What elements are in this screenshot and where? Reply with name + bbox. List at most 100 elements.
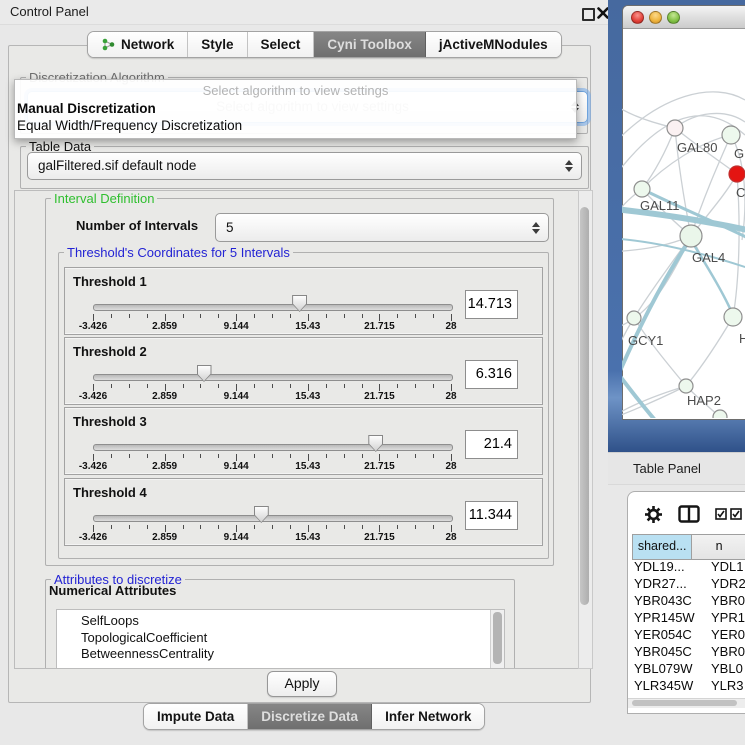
network-window-titlebar[interactable] — [623, 6, 745, 29]
threshold-slider-track[interactable] — [93, 515, 453, 522]
network-edge-highlighted[interactable] — [622, 360, 668, 418]
tick-label: 2.859 — [152, 321, 177, 332]
close-traffic-light-icon[interactable] — [631, 11, 644, 24]
tab-label-impute-data: Impute Data — [157, 709, 234, 724]
network-edge-highlighted[interactable] — [622, 238, 691, 380]
network-node[interactable] — [679, 379, 693, 393]
numerical-attributes-label: Numerical Attributes — [49, 583, 176, 598]
table-row[interactable]: YBR045CYBR0 — [632, 643, 745, 660]
cell-name: YDR2 — [709, 575, 745, 592]
tick-label: 15.43 — [295, 532, 320, 543]
threshold-label: Threshold 1 — [73, 274, 147, 289]
minimize-traffic-light-icon[interactable] — [649, 11, 662, 24]
slider-tick-labels: -3.4262.8599.14415.4321.71528 — [93, 461, 451, 472]
table-row[interactable]: YER054CYER0 — [632, 626, 745, 643]
popup-item-equal-width-frequency[interactable]: Equal Width/Frequency Discretization — [17, 118, 242, 133]
tab-infer-network[interactable]: Infer Network — [372, 704, 484, 729]
cell-name: YBR0 — [709, 643, 745, 660]
tab-discretize-data[interactable]: Discretize Data — [248, 704, 372, 729]
network-node[interactable] — [722, 126, 740, 144]
table-row[interactable]: YDL19...YDL1 — [632, 558, 745, 575]
tick-label: 15.43 — [295, 321, 320, 332]
network-edge[interactable] — [686, 317, 733, 386]
tab-select[interactable]: Select — [248, 32, 315, 57]
attribute-list-item-selfloops[interactable]: SelfLoops — [57, 613, 504, 630]
threshold-panel-4: Threshold 4-3.4262.8599.14415.4321.71528… — [64, 478, 543, 546]
cell-name: YBR0 — [709, 592, 745, 609]
table-row[interactable]: YBR043CYBR0 — [632, 592, 745, 609]
attribute-list-item-topologicalcoefficient[interactable]: TopologicalCoefficient — [57, 630, 504, 647]
combo-stepper-icon — [565, 160, 573, 172]
gear-icon[interactable] — [644, 505, 663, 524]
network-node[interactable] — [680, 225, 702, 247]
threshold-label: Threshold 2 — [73, 344, 147, 359]
network-node[interactable] — [634, 181, 650, 197]
threshold-value-field[interactable]: 21.4 — [465, 430, 518, 459]
network-edge[interactable] — [642, 128, 675, 189]
network-node-label-gal4: GAL4 — [692, 250, 725, 265]
table-rows: YDL19...YDL1YDR27...YDR2YBR043CYBR0YPR14… — [632, 558, 745, 698]
panel-title: Control Panel — [10, 4, 89, 19]
threshold-slider-track[interactable] — [93, 444, 453, 451]
number-of-intervals-combo[interactable]: 5 — [215, 213, 549, 242]
network-canvas[interactable]: GAL80GCGAL11GAL4GCY1HHAP2 — [622, 27, 745, 418]
algorithm-dropdown-popup: Select algorithm to view settings Manual… — [14, 79, 577, 139]
right-panel: GAL80GCGAL11GAL4GCY1HHAP2 Table Panel — [608, 0, 745, 745]
checkbox-icon[interactable] — [715, 508, 727, 520]
threshold-value-field[interactable]: 6.316 — [465, 360, 518, 389]
algorithm-popup-hint: Select algorithm to view settings — [15, 83, 576, 98]
checkbox-icon[interactable] — [730, 508, 742, 520]
column-header-name[interactable]: n — [692, 535, 745, 559]
threshold-label: Threshold 4 — [73, 485, 147, 500]
threshold-slider-track[interactable] — [93, 304, 453, 311]
tab-style[interactable]: Style — [188, 32, 247, 57]
attributes-list-scrollbar[interactable] — [490, 610, 504, 668]
network-window-frame: GAL80GCGAL11GAL4GCY1HHAP2 — [608, 0, 745, 452]
tick-label: 21.715 — [364, 321, 395, 332]
cell-name: YPR1 — [709, 609, 745, 626]
interval-definition-title: Interval Definition — [51, 191, 157, 206]
tab-network[interactable]: Network — [88, 32, 188, 57]
threshold-slider-track[interactable] — [93, 374, 453, 381]
tab-label-cyni-toolbox: Cyni Toolbox — [327, 37, 412, 52]
network-node[interactable] — [729, 166, 745, 182]
tick-label: -3.426 — [79, 532, 107, 543]
split-view-icon[interactable] — [678, 505, 700, 523]
network-edge[interactable] — [675, 113, 745, 128]
network-node[interactable] — [713, 410, 727, 418]
network-node[interactable] — [627, 311, 641, 325]
cell-name: YDL1 — [709, 558, 744, 575]
number-of-intervals-label: Number of Intervals — [76, 218, 198, 233]
table-data-combo[interactable]: galFiltered.sif default node — [27, 152, 582, 180]
table-row[interactable]: YBL079WYBL0 — [632, 660, 745, 677]
control-panel-titlebar: Control Panel — [0, 0, 608, 25]
cell-name: YLR3 — [709, 677, 744, 694]
popup-item-manual-discretization[interactable]: Manual Discretization — [17, 101, 156, 116]
zoom-traffic-light-icon[interactable] — [667, 11, 680, 24]
table-panel-toolbar — [628, 492, 745, 534]
float-window-icon[interactable] — [582, 8, 595, 21]
threshold-value-field[interactable]: 11.344 — [465, 501, 518, 530]
settings-scrollbar[interactable] — [578, 190, 593, 669]
network-node-label-h: H — [739, 331, 745, 346]
table-panel-title: Table Panel — [633, 461, 701, 476]
slider-tick-labels: -3.4262.8599.14415.4321.71528 — [93, 391, 451, 402]
table-row[interactable]: YDR27...YDR2 — [632, 575, 745, 592]
threshold-value-field[interactable]: 14.713 — [465, 290, 518, 319]
tab-impute-data[interactable]: Impute Data — [144, 704, 248, 729]
numerical-attributes-list[interactable]: SelfLoopsTopologicalCoefficientBetweenne… — [56, 609, 505, 669]
tick-label: 15.43 — [295, 391, 320, 402]
tab-cyni-toolbox[interactable]: Cyni Toolbox — [314, 32, 426, 57]
column-header-shared-name[interactable]: shared... — [632, 535, 692, 559]
network-node[interactable] — [667, 120, 683, 136]
table-row[interactable]: YPR145WYPR1 — [632, 609, 745, 626]
apply-button[interactable]: Apply — [267, 671, 337, 697]
table-row[interactable]: YLR345WYLR3 — [632, 677, 745, 694]
tick-label: -3.426 — [79, 321, 107, 332]
cell-shared-name: YDR27... — [632, 575, 709, 592]
attribute-list-item-betweennesscentrality[interactable]: BetweennessCentrality — [57, 646, 504, 663]
tick-label: 9.144 — [224, 461, 249, 472]
table-horizontal-scrollbar[interactable] — [628, 698, 745, 708]
tab-jactivemnodules[interactable]: jActiveMNodules — [426, 32, 561, 57]
network-node[interactable] — [724, 308, 742, 326]
